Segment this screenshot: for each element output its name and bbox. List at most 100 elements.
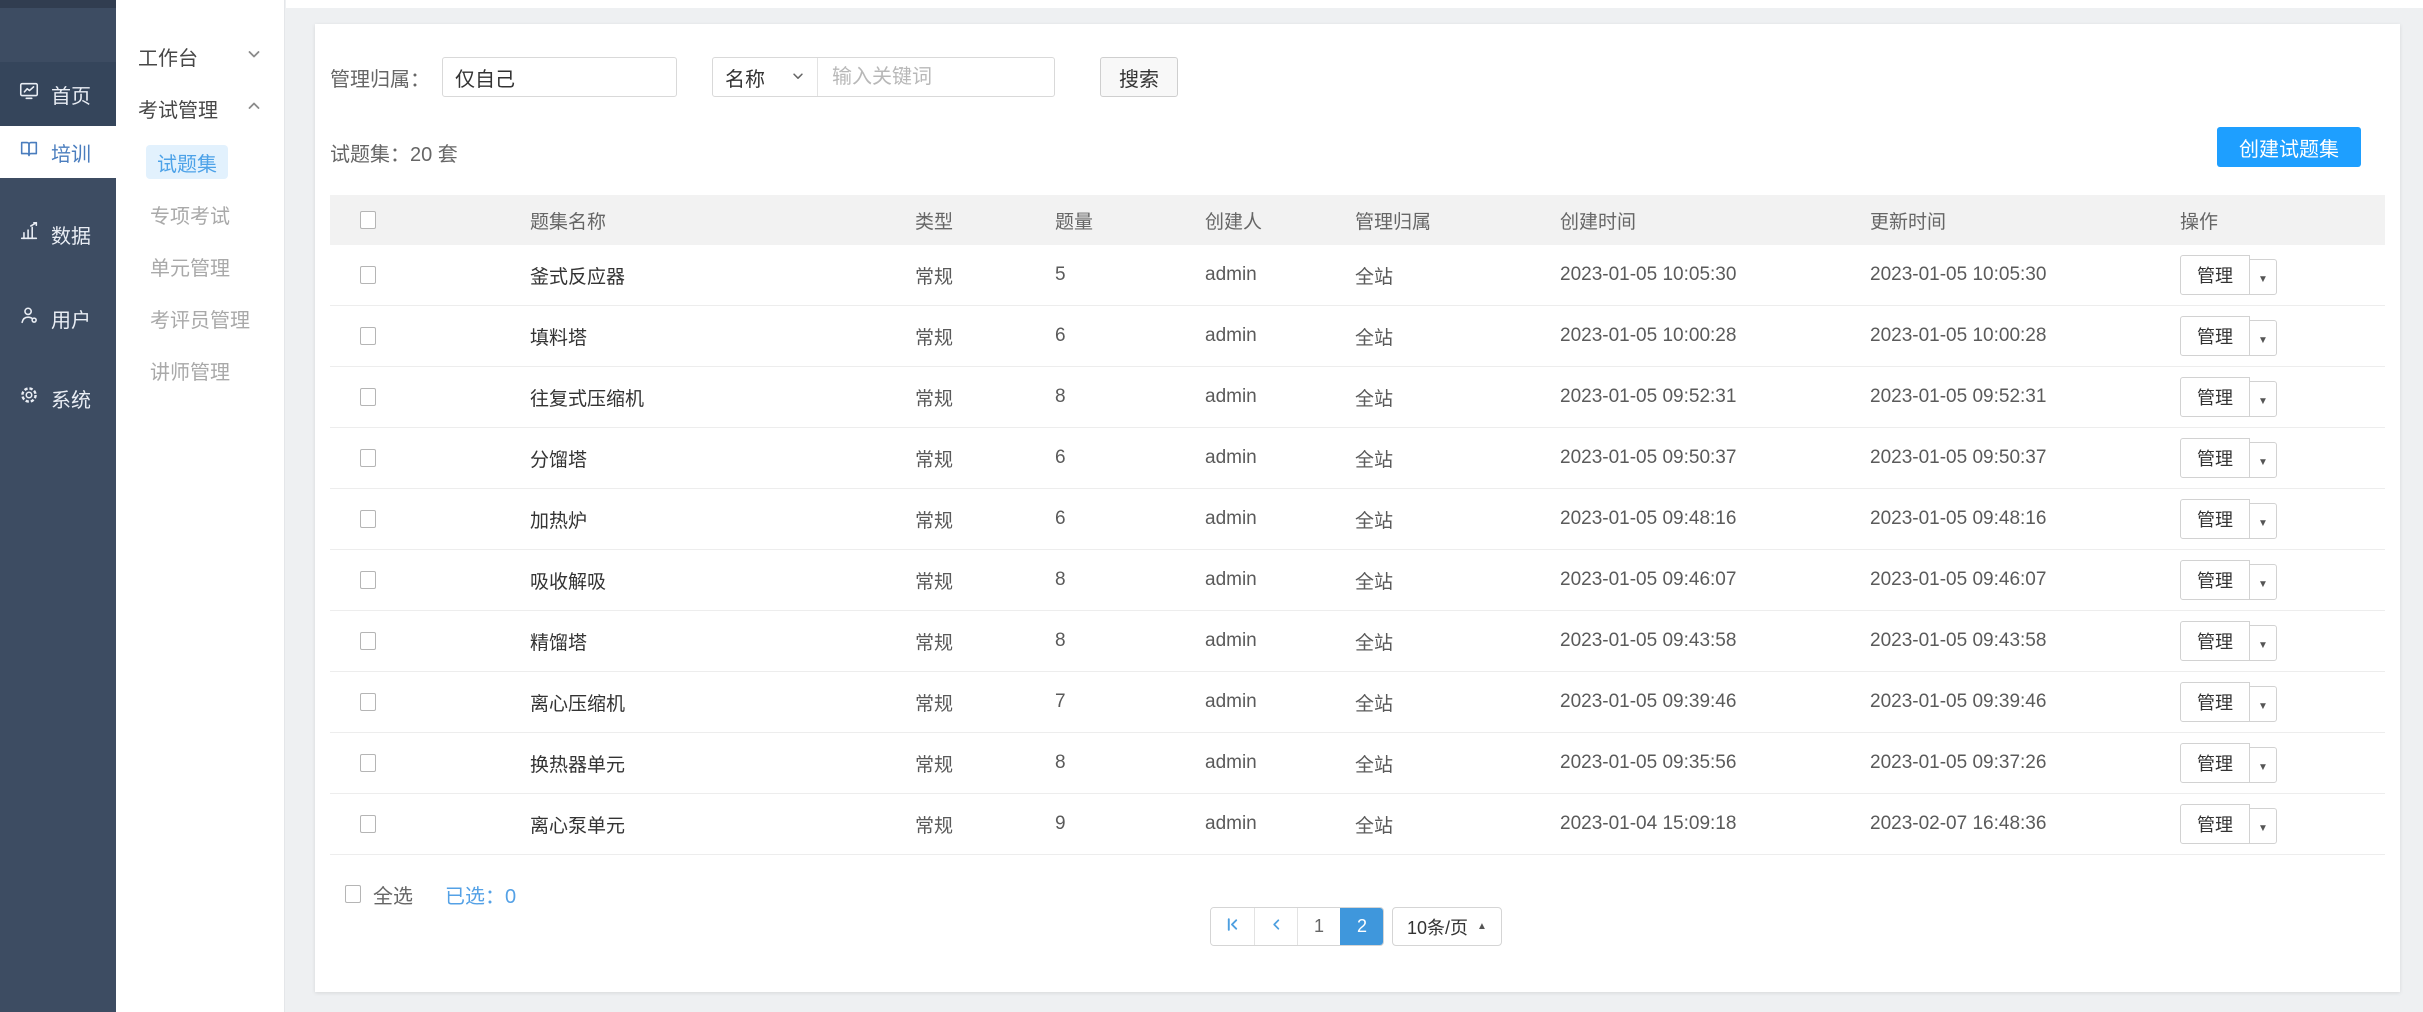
col-header-actions: 操作: [2180, 207, 2385, 234]
cell-question-set-name: 吸收解吸: [530, 567, 915, 594]
manage-button[interactable]: 管理: [2180, 743, 2250, 783]
manage-dropdown-button[interactable]: ▼: [2249, 381, 2277, 417]
cell-type: 常规: [915, 750, 1055, 777]
cell-type: 常规: [915, 811, 1055, 838]
keyword-filter-group: 名称: [712, 57, 1055, 97]
sidebar-top-strip: [0, 0, 116, 8]
cell-type: 常规: [915, 506, 1055, 533]
cell-scope: 全站: [1355, 689, 1560, 716]
row-checkbox[interactable]: [360, 754, 376, 772]
sidebar-item-home[interactable]: 首页: [0, 62, 116, 126]
submenu-item[interactable]: 试题集: [146, 145, 228, 179]
manage-button[interactable]: 管理: [2180, 621, 2250, 661]
cell-updated-time: 2023-01-05 09:37:26: [1870, 752, 2180, 774]
field-select[interactable]: 名称: [713, 58, 818, 96]
menu-section-exam-management[interactable]: 考试管理: [116, 86, 284, 130]
primary-sidebar: 首页 培训 数据 用户 系统: [0, 0, 116, 1012]
cell-created-time: 2023-01-05 09:52:31: [1560, 386, 1870, 408]
scope-input[interactable]: [442, 57, 677, 97]
manage-dropdown-button[interactable]: ▼: [2249, 808, 2277, 844]
manage-dropdown-button[interactable]: ▼: [2249, 747, 2277, 783]
prev-page-button[interactable]: [1254, 908, 1297, 945]
row-checkbox[interactable]: [360, 388, 376, 406]
cell-actions: 管理▼: [2180, 743, 2385, 783]
first-page-button[interactable]: [1211, 908, 1254, 945]
manage-dropdown-button[interactable]: ▼: [2249, 625, 2277, 661]
manage-dropdown-button[interactable]: ▼: [2249, 503, 2277, 539]
manage-button[interactable]: 管理: [2180, 316, 2250, 356]
row-checkbox[interactable]: [360, 632, 376, 650]
submenu-item[interactable]: 单元管理: [150, 240, 284, 292]
col-header-type: 类型: [915, 207, 1055, 234]
question-set-count: 试题集：20 套: [330, 138, 458, 167]
page-number-button[interactable]: 2: [1340, 908, 1383, 945]
cell-actions: 管理▼: [2180, 804, 2385, 844]
manage-button[interactable]: 管理: [2180, 377, 2250, 417]
select-all-checkbox[interactable]: [345, 885, 361, 903]
cell-type: 常规: [915, 384, 1055, 411]
caret-down-icon: ▼: [2258, 579, 2268, 590]
row-checkbox[interactable]: [360, 327, 376, 345]
submenu-item[interactable]: 专项考试: [150, 188, 284, 240]
page-size-value: 10条/页: [1407, 914, 1468, 940]
cell-scope: 全站: [1355, 628, 1560, 655]
gear-icon: [18, 384, 40, 412]
search-button[interactable]: 搜索: [1100, 57, 1178, 97]
cell-scope: 全站: [1355, 567, 1560, 594]
sidebar-item-label: 用户: [51, 304, 91, 333]
submenu-item[interactable]: 考评员管理: [150, 292, 284, 344]
sidebar-item-users[interactable]: 用户: [0, 290, 116, 346]
table-row: 加热炉 常规 6 admin 全站 2023-01-05 09:48:16 20…: [330, 489, 2385, 550]
create-question-set-button[interactable]: 创建试题集: [2217, 127, 2361, 167]
cell-creator: admin: [1205, 447, 1355, 469]
sidebar-item-system[interactable]: 系统: [0, 370, 116, 426]
cell-scope: 全站: [1355, 506, 1560, 533]
keyword-input[interactable]: [818, 58, 1054, 96]
manage-button[interactable]: 管理: [2180, 560, 2250, 600]
chevron-down-icon: [246, 45, 262, 68]
home-icon: [18, 80, 40, 108]
row-checkbox[interactable]: [360, 510, 376, 528]
caret-down-icon: ▼: [2258, 396, 2268, 407]
cell-actions: 管理▼: [2180, 316, 2385, 356]
manage-dropdown-button[interactable]: ▼: [2249, 686, 2277, 722]
cell-created-time: 2023-01-05 09:46:07: [1560, 569, 1870, 591]
cell-created-time: 2023-01-05 10:00:28: [1560, 325, 1870, 347]
manage-dropdown-button[interactable]: ▼: [2249, 259, 2277, 295]
submenu-item[interactable]: 讲师管理: [150, 344, 284, 396]
caret-up-icon: ▲: [1477, 921, 1487, 932]
table-row: 精馏塔 常规 8 admin 全站 2023-01-05 09:43:58 20…: [330, 611, 2385, 672]
sidebar-item-data[interactable]: 数据: [0, 206, 116, 262]
manage-button[interactable]: 管理: [2180, 438, 2250, 478]
manage-dropdown-button[interactable]: ▼: [2249, 320, 2277, 356]
chevron-down-icon: [791, 66, 805, 89]
caret-down-icon: ▼: [2258, 518, 2268, 529]
cell-question-count: 8: [1055, 386, 1205, 408]
page-number-button[interactable]: 1: [1297, 908, 1340, 945]
sidebar-item-training[interactable]: 培训: [0, 126, 116, 178]
manage-button[interactable]: 管理: [2180, 804, 2250, 844]
table-row: 离心压缩机 常规 7 admin 全站 2023-01-05 09:39:46 …: [330, 672, 2385, 733]
menu-section-workbench[interactable]: 工作台: [116, 34, 284, 78]
row-checkbox[interactable]: [360, 815, 376, 833]
filter-bar: 管理归属： 名称 搜索: [330, 57, 1178, 97]
cell-updated-time: 2023-02-07 16:48:36: [1870, 813, 2180, 835]
first-page-icon: [1224, 916, 1241, 938]
manage-button[interactable]: 管理: [2180, 499, 2250, 539]
row-checkbox[interactable]: [360, 571, 376, 589]
cell-question-set-name: 离心压缩机: [530, 689, 915, 716]
cell-updated-time: 2023-01-05 10:00:28: [1870, 325, 2180, 347]
cell-scope: 全站: [1355, 445, 1560, 472]
row-checkbox[interactable]: [360, 693, 376, 711]
select-all-header-checkbox[interactable]: [360, 211, 376, 229]
row-checkbox[interactable]: [360, 266, 376, 284]
selected-count[interactable]: 已选：0: [445, 880, 516, 909]
page-size-select[interactable]: 10条/页 ▲: [1392, 907, 1502, 946]
manage-button[interactable]: 管理: [2180, 682, 2250, 722]
manage-dropdown-button[interactable]: ▼: [2249, 442, 2277, 478]
cell-question-set-name: 换热器单元: [530, 750, 915, 777]
user-icon: [18, 304, 40, 332]
row-checkbox[interactable]: [360, 449, 376, 467]
manage-dropdown-button[interactable]: ▼: [2249, 564, 2277, 600]
manage-button[interactable]: 管理: [2180, 255, 2250, 295]
